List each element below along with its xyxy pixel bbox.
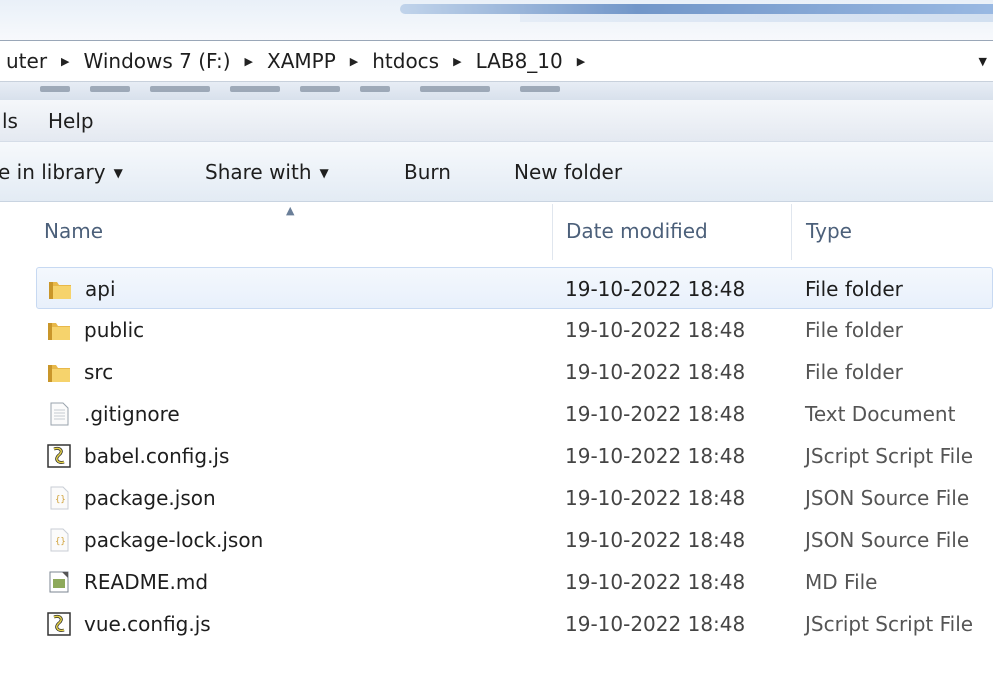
file-name: src — [84, 360, 114, 384]
breadcrumb-arrow-icon[interactable]: ▶ — [350, 55, 358, 68]
breadcrumb-label: LAB8_10 — [475, 49, 563, 73]
include-in-library-label: e in library — [0, 160, 106, 184]
file-row[interactable]: vue.config.js 19-10-2022 18:48 JScript S… — [0, 603, 993, 645]
file-type: MD File — [805, 570, 878, 594]
breadcrumb-label: XAMPP — [267, 49, 336, 73]
file-date: 19-10-2022 18:48 — [565, 402, 746, 426]
file-type: File folder — [805, 318, 903, 342]
file-type: File folder — [805, 360, 903, 384]
file-row[interactable]: {} package-lock.json 19-10-2022 18:48 JS… — [0, 519, 993, 561]
file-type: JScript Script File — [805, 612, 974, 636]
share-with-button[interactable]: Share with ▼ — [205, 160, 329, 184]
column-header-date[interactable]: Date modified — [566, 202, 708, 260]
folder-icon — [48, 323, 70, 340]
new-folder-button[interactable]: New folder — [514, 160, 622, 184]
column-header-row: ▲ Name Date modified Type — [0, 202, 993, 260]
file-type: JSON Source File — [805, 528, 970, 552]
burn-button[interactable]: Burn — [404, 160, 451, 184]
file-row[interactable]: api 19-10-2022 18:48 File folder — [36, 267, 993, 309]
file-date: 19-10-2022 18:48 — [565, 360, 746, 384]
file-row[interactable]: babel.config.js 19-10-2022 18:48 JScript… — [0, 435, 993, 477]
file-date: 19-10-2022 18:48 — [565, 612, 746, 636]
menu-tools[interactable]: ls — [0, 109, 37, 133]
svg-text:{}: {} — [55, 495, 66, 505]
command-bar: e in library ▼ Share with ▼ Burn New folde… — [0, 142, 993, 202]
json-file-icon: {} — [50, 486, 69, 510]
sort-ascending-icon: ▲ — [286, 204, 295, 217]
json-file-icon: {} — [50, 528, 69, 552]
text-file-icon — [50, 402, 69, 426]
folder-icon — [49, 282, 71, 299]
column-header-type[interactable]: Type — [806, 202, 852, 260]
file-name: package.json — [84, 486, 216, 510]
file-row[interactable]: public 19-10-2022 18:48 File folder — [0, 309, 993, 351]
script-file-icon — [47, 444, 71, 468]
breadcrumb-arrow-icon[interactable]: ▶ — [245, 55, 253, 68]
md-file-icon — [49, 571, 69, 593]
title-glass-bar — [400, 4, 993, 14]
column-divider[interactable] — [791, 204, 792, 260]
address-bar[interactable]: uter ▶ Windows 7 (F:) ▶ XAMPP ▶ htdocs ▶ LAB… — [0, 40, 993, 82]
file-type: JSON Source File — [805, 486, 970, 510]
breadcrumb-label: Windows 7 (F:) — [83, 49, 231, 73]
chevron-down-icon: ▼ — [113, 166, 123, 180]
column-divider[interactable] — [552, 204, 553, 260]
folder-icon — [48, 365, 70, 382]
file-date: 19-10-2022 18:48 — [565, 570, 746, 594]
breadcrumb-lab8[interactable]: LAB8_10 ▶ — [476, 49, 600, 73]
file-name: vue.config.js — [84, 612, 211, 636]
title-glass-bar-2 — [520, 14, 993, 22]
menu-bar: ls Help — [0, 100, 993, 142]
file-name: public — [84, 318, 145, 342]
file-name: README.md — [84, 570, 209, 594]
breadcrumb-drive[interactable]: Windows 7 (F:) ▶ — [84, 49, 267, 73]
file-date: 19-10-2022 18:48 — [565, 528, 746, 552]
breadcrumb-label: uter — [6, 49, 48, 73]
share-with-label: Share with — [205, 160, 312, 184]
file-name: babel.config.js — [84, 444, 230, 468]
file-date: 19-10-2022 18:48 — [565, 318, 746, 342]
file-type: File folder — [805, 277, 903, 301]
file-row[interactable]: {} package.json 19-10-2022 18:48 JSON So… — [0, 477, 993, 519]
file-row[interactable]: .gitignore 19-10-2022 18:48 Text Documen… — [0, 393, 993, 435]
address-history-dropdown-icon[interactable]: ▼ — [979, 55, 987, 68]
file-row[interactable]: README.md 19-10-2022 18:48 MD File — [0, 561, 993, 603]
file-date: 19-10-2022 18:48 — [565, 486, 746, 510]
file-row[interactable]: src 19-10-2022 18:48 File folder — [0, 351, 993, 393]
breadcrumb-label: htdocs — [372, 49, 440, 73]
svg-text:{}: {} — [55, 537, 66, 547]
file-date: 19-10-2022 18:48 — [565, 444, 746, 468]
file-name: api — [85, 277, 116, 301]
window-top-strip — [0, 0, 993, 40]
breadcrumb-computer[interactable]: uter ▶ — [6, 49, 84, 73]
file-type: Text Document — [805, 402, 956, 426]
file-type: JScript Script File — [805, 444, 974, 468]
menu-help[interactable]: Help — [37, 109, 105, 133]
column-header-name[interactable]: Name — [44, 202, 103, 260]
blurred-toolbar-strip — [0, 82, 993, 100]
file-date: 19-10-2022 18:48 — [565, 277, 746, 301]
breadcrumb-arrow-icon[interactable]: ▶ — [453, 55, 461, 68]
file-name: .gitignore — [84, 402, 180, 426]
breadcrumb-xampp[interactable]: XAMPP ▶ — [267, 49, 372, 73]
script-file-icon — [47, 612, 71, 636]
chevron-down-icon: ▼ — [319, 166, 329, 180]
breadcrumb-arrow-icon[interactable]: ▶ — [61, 55, 69, 68]
breadcrumb-arrow-icon[interactable]: ▶ — [577, 55, 585, 68]
breadcrumb-htdocs[interactable]: htdocs ▶ — [372, 49, 475, 73]
file-name: package-lock.json — [84, 528, 264, 552]
include-in-library-button[interactable]: e in library ▼ — [0, 160, 123, 184]
